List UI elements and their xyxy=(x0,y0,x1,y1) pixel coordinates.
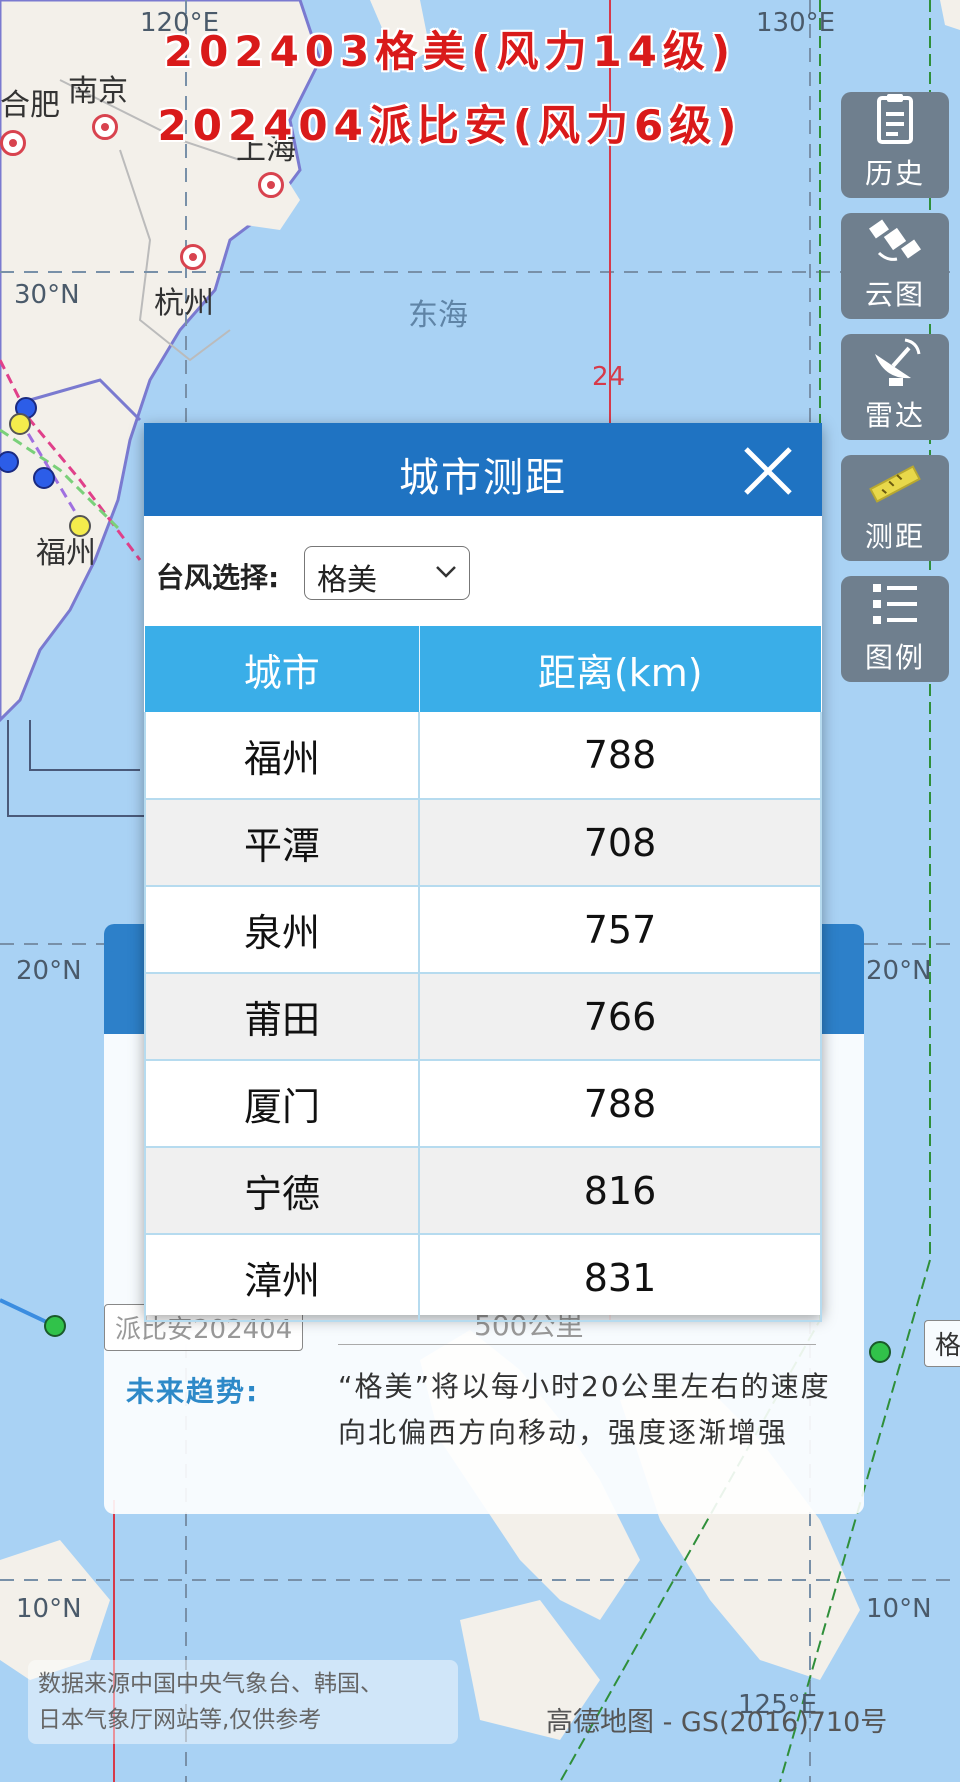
typhoon-select-value: 格美 xyxy=(317,563,377,598)
close-icon[interactable] xyxy=(742,445,794,497)
title-line-1: 202403格美(风力14级) xyxy=(163,27,737,76)
tool-label: 云图 xyxy=(864,278,925,311)
column-header-city: 城市 xyxy=(145,626,420,712)
typhoon-select[interactable]: 格美 xyxy=(304,546,470,600)
distance-cell: 788 xyxy=(418,1060,822,1148)
tool-label: 测距 xyxy=(864,520,925,553)
map-copyright: 高德地图 - GS(2016)710号 xyxy=(546,1707,888,1738)
distance-cell: 766 xyxy=(418,973,822,1061)
table-row: 厦门 788 xyxy=(144,1060,822,1148)
data-source-note: 数据来源中国中央气象台、韩国、 日本气象厅网站等,仅供参考 xyxy=(28,1660,458,1744)
tool-label: 历史 xyxy=(864,157,925,190)
legend-button[interactable]: 图例 xyxy=(841,576,949,682)
line-label-24: 24 xyxy=(592,362,626,392)
table-row: 平潭 708 xyxy=(144,799,822,887)
city-marker xyxy=(180,244,206,270)
tool-label: 图例 xyxy=(864,641,925,674)
city-cell: 宁德 xyxy=(144,1147,420,1235)
city-marker xyxy=(258,172,284,198)
city-label-fuzhou: 福州 xyxy=(36,536,96,571)
legend-list-icon xyxy=(873,584,917,624)
distance-cell: 788 xyxy=(418,712,822,800)
lat-label: 10°N xyxy=(866,1594,932,1624)
city-label-hangzhou: 杭州 xyxy=(154,286,214,321)
city-cell: 福州 xyxy=(144,712,420,800)
city-cell: 平潭 xyxy=(144,799,420,887)
distance-table: 城市 距离(km) 福州 788 平潭 708 泉州 757 莆田 766 厦门 xyxy=(144,626,822,1322)
sea-label: 东海 xyxy=(408,298,468,333)
data-source-line: 数据来源中国中央气象台、韩国、 xyxy=(38,1671,383,1697)
info-divider xyxy=(338,1344,816,1345)
radar-button[interactable]: 雷达 xyxy=(841,334,949,440)
city-cell: 厦门 xyxy=(144,1060,420,1148)
dialog-header: 城市测距 xyxy=(144,423,822,516)
ruler-icon xyxy=(869,465,921,503)
city-distance-dialog: 城市测距 台风选择: 格美 城市 距离(km) 福州 788 平潭 708 泉州… xyxy=(144,423,822,1322)
table-row: 宁德 816 xyxy=(144,1147,822,1235)
city-cell: 莆田 xyxy=(144,973,420,1061)
city-cell: 泉州 xyxy=(144,886,420,974)
table-row: 漳州 831 xyxy=(144,1234,822,1322)
lat-label: 10°N xyxy=(16,1594,82,1624)
typhoon-select-label: 台风选择: xyxy=(156,561,280,594)
trend-label: 未来趋势: xyxy=(126,1375,260,1408)
distance-cell: 831 xyxy=(418,1234,822,1322)
lat-label: 20°N xyxy=(16,956,82,986)
dialog-title: 城市测距 xyxy=(399,455,567,501)
trend-text: “格美”将以每小时20公里左右的速度向北偏西方向移动，强度逐渐增强 xyxy=(338,1370,831,1449)
lat-label: 30°N xyxy=(14,280,80,310)
satellite-icon xyxy=(869,219,921,261)
distance-cell: 708 xyxy=(418,799,822,887)
distance-cell: 757 xyxy=(418,886,822,974)
clipboard-icon xyxy=(877,94,913,144)
track-tag-gaemi[interactable]: 格 xyxy=(924,1320,960,1367)
lat-label: 20°N xyxy=(866,956,932,986)
chevron-down-icon xyxy=(436,566,456,578)
history-button[interactable]: 历史 xyxy=(841,92,949,198)
column-header-distance: 距离(km) xyxy=(419,626,821,712)
typhoon-select-row: 台风选择: 格美 xyxy=(144,516,822,626)
city-cell: 漳州 xyxy=(144,1234,420,1322)
table-header-row: 城市 距离(km) xyxy=(145,626,821,712)
table-row: 福州 788 xyxy=(144,712,822,800)
radar-dish-icon xyxy=(875,338,921,386)
info-panel-tag: [ xyxy=(104,944,118,984)
measure-distance-button[interactable]: 测距 xyxy=(841,455,949,561)
data-source-line: 日本气象厅网站等,仅供参考 xyxy=(38,1707,322,1733)
table-row: 莆田 766 xyxy=(144,973,822,1061)
table-row: 泉州 757 xyxy=(144,886,822,974)
cloud-image-button[interactable]: 云图 xyxy=(841,213,949,319)
tool-label: 雷达 xyxy=(864,399,925,432)
title-line-2: 202404派比安(风力6级) xyxy=(157,101,743,150)
distance-cell: 816 xyxy=(418,1147,822,1235)
